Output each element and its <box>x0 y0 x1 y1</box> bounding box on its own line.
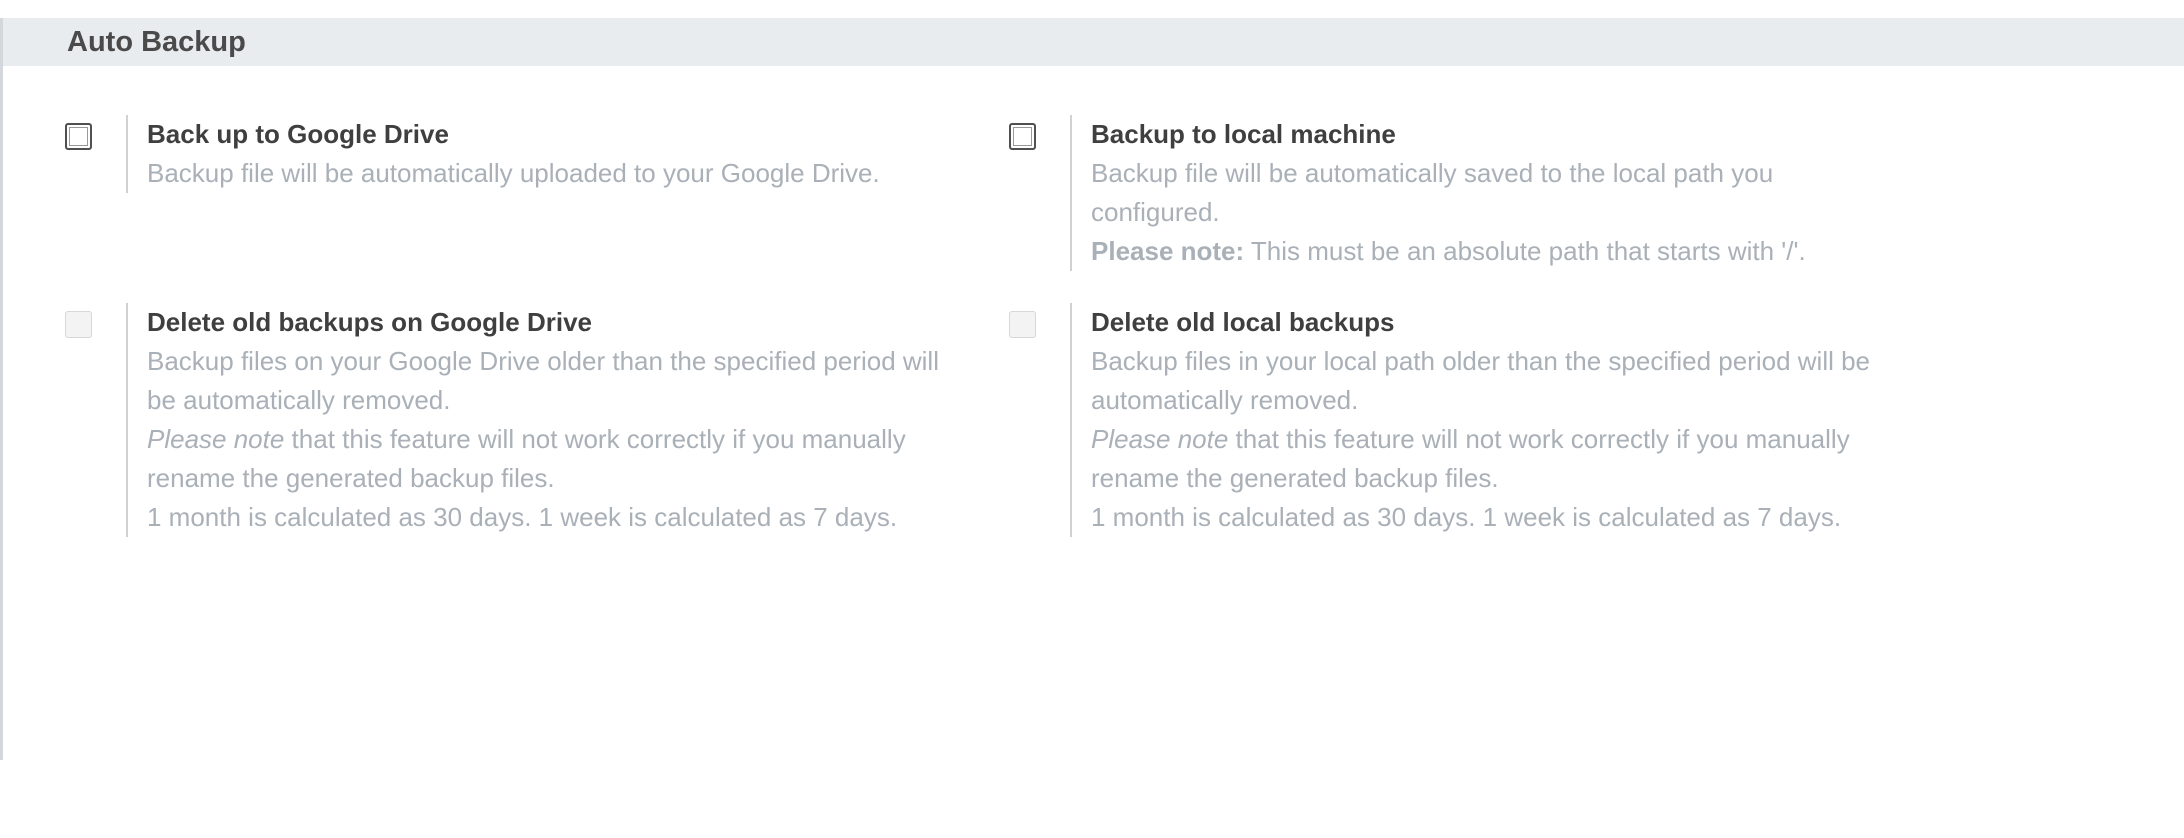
description-line: Backup file will be automatically upload… <box>147 158 880 188</box>
note-line: rename the generated backup files. <box>147 463 555 493</box>
description-line: Backup file will be automatically saved … <box>1091 158 1774 188</box>
section-header: Auto Backup <box>3 18 2184 66</box>
note-line: Please note that this feature will not w… <box>1091 420 1870 459</box>
left-border <box>0 18 3 760</box>
delete-drive-backups-checkbox[interactable] <box>65 311 92 338</box>
setting-description: Backup files in your local path older th… <box>1091 342 1870 537</box>
setting-content: Backup to local machine Backup file will… <box>1091 115 1806 271</box>
note-line: rename the generated backup files. <box>1091 463 1499 493</box>
setting-local-machine: Backup to local machine Backup file will… <box>1009 115 1909 275</box>
description-line: Backup files on your Google Drive older … <box>147 346 939 376</box>
note-text: that this feature will not work correctl… <box>1228 424 1850 454</box>
note-label: Please note <box>1091 424 1229 454</box>
setting-description: Backup file will be automatically upload… <box>147 154 880 193</box>
description-line: be automatically removed. <box>147 385 451 415</box>
setting-title: Delete old local backups <box>1091 307 1395 337</box>
auto-backup-page: Auto Backup Back up to Google Drive Back… <box>0 0 2184 838</box>
local-machine-checkbox[interactable] <box>1009 123 1036 150</box>
note-line: Please note: This must be an absolute pa… <box>1091 232 1806 271</box>
setting-divider <box>126 115 128 193</box>
setting-divider <box>1070 115 1072 271</box>
setting-content: Delete old backups on Google Drive Backu… <box>147 303 939 537</box>
google-drive-checkbox[interactable] <box>65 123 92 150</box>
note-text: that this feature will not work correctl… <box>284 424 906 454</box>
description-line: configured. <box>1091 197 1220 227</box>
setting-title: Backup to local machine <box>1091 119 1396 149</box>
description-line: Backup files in your local path older th… <box>1091 346 1871 376</box>
setting-content: Back up to Google Drive Backup file will… <box>147 115 880 193</box>
setting-title: Back up to Google Drive <box>147 119 449 149</box>
setting-divider <box>126 303 128 537</box>
note-label: Please note: <box>1091 236 1245 266</box>
section-title: Auto Backup <box>67 26 246 58</box>
note-line: Please note that this feature will not w… <box>147 420 939 459</box>
setting-divider <box>1070 303 1072 537</box>
period-info-line: 1 month is calculated as 30 days. 1 week… <box>147 502 898 532</box>
setting-delete-local-backups: Delete old local backups Backup files in… <box>1009 303 1909 543</box>
setting-google-drive: Back up to Google Drive Backup file will… <box>65 115 965 195</box>
setting-title: Delete old backups on Google Drive <box>147 307 592 337</box>
setting-description: Backup files on your Google Drive older … <box>147 342 939 537</box>
setting-content: Delete old local backups Backup files in… <box>1091 303 1870 537</box>
setting-delete-drive-backups: Delete old backups on Google Drive Backu… <box>65 303 965 543</box>
setting-description: Backup file will be automatically saved … <box>1091 154 1806 271</box>
description-line: automatically removed. <box>1091 385 1359 415</box>
note-text: This must be an absolute path that start… <box>1244 236 1806 266</box>
note-label: Please note <box>147 424 285 454</box>
delete-local-backups-checkbox[interactable] <box>1009 311 1036 338</box>
period-info-line: 1 month is calculated as 30 days. 1 week… <box>1091 502 1842 532</box>
